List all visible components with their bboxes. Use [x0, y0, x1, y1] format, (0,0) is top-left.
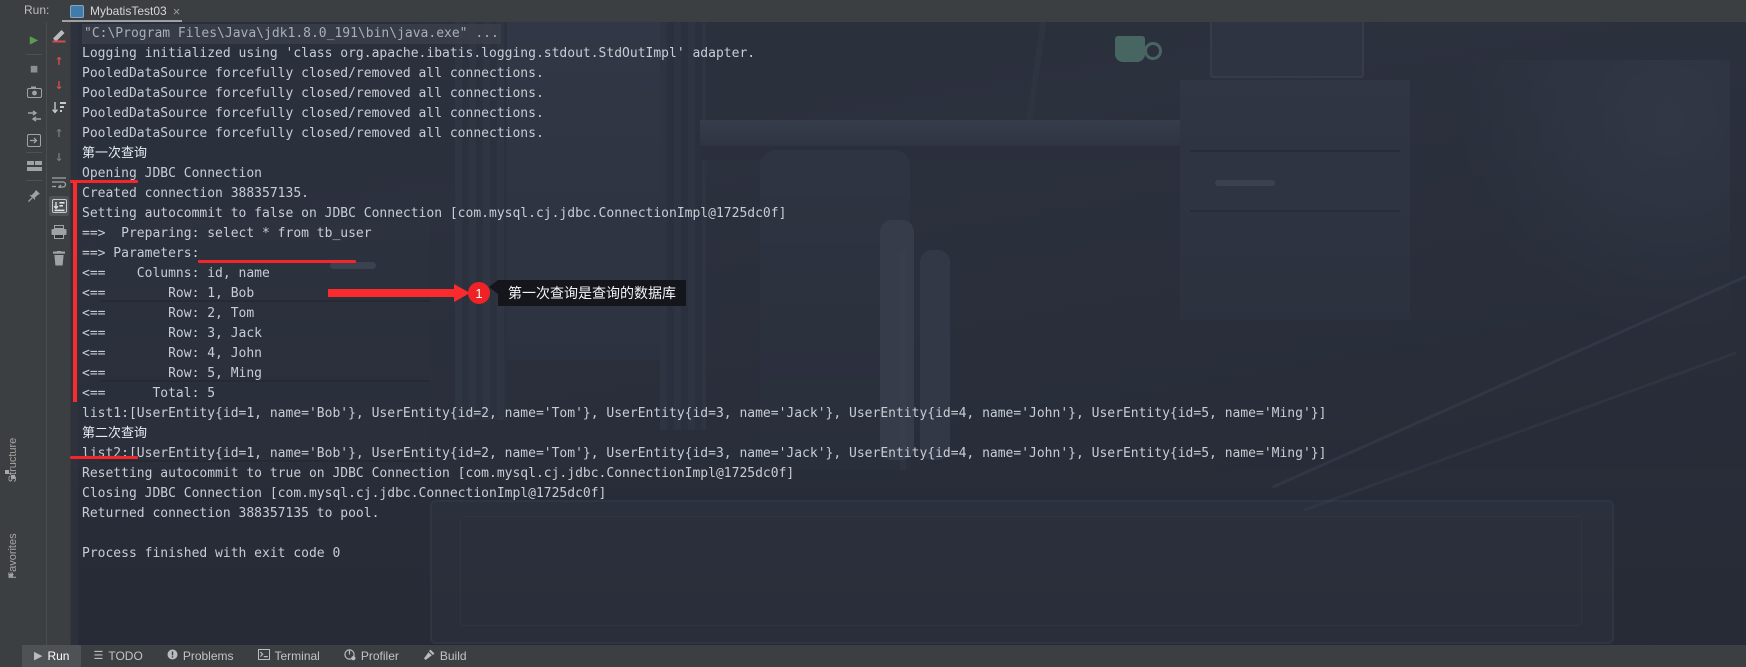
close-icon[interactable]: × — [173, 5, 181, 18]
bottom-tab-profiler[interactable]: Profiler — [332, 645, 411, 667]
console-line: "C:\Program Files\Java\jdk1.8.0_191\bin\… — [82, 24, 501, 44]
attach-debugger-icon[interactable] — [24, 130, 44, 150]
console-line: list1:[UserEntity{id=1, name='Bob'}, Use… — [82, 406, 1327, 421]
console-line: <== Row: 4, John — [82, 346, 263, 361]
annotation-vertical-bar-first-query — [73, 182, 77, 402]
annotation-underline-first-query — [70, 180, 138, 183]
run-label: Run: — [24, 3, 50, 17]
play-icon: ▶ — [34, 649, 43, 662]
run-config-icon — [70, 4, 84, 18]
console-line: PooledDataSource forcefully closed/remov… — [82, 126, 544, 141]
callout-tip-pointer — [489, 280, 498, 294]
console-annotation-line: 第二次查询 — [82, 426, 148, 441]
pin-tab-icon[interactable] — [24, 186, 44, 206]
console-line: Logging initialized using 'class org.apa… — [82, 46, 756, 61]
screenshot-icon[interactable] — [24, 82, 44, 102]
bottom-tab-run[interactable]: ▶ Run — [22, 645, 82, 667]
layout-settings-icon[interactable] — [24, 156, 44, 176]
tab-mybatistest03[interactable]: MybatisTest03 × — [62, 0, 188, 22]
console-line: Process finished with exit code 0 — [82, 546, 341, 561]
run-toolbar-secondary: ↑ ↓ ↑ ↓ — [46, 22, 71, 645]
console-line: <== Row: 2, Tom — [82, 306, 255, 321]
bottom-tab-build-label: Build — [439, 649, 467, 663]
console-line: Setting autocommit to false on JDBC Conn… — [82, 206, 787, 221]
bottom-tab-build[interactable]: Build — [411, 645, 479, 667]
console-line: Opening JDBC Connection — [82, 166, 263, 181]
callout-tooltip-1: 第一次查询是查询的数据库 — [498, 280, 686, 306]
console-line: list2:[UserEntity{id=1, name='Bob'}, Use… — [82, 446, 1327, 461]
console-line: PooledDataSource forcefully closed/remov… — [82, 86, 544, 101]
bottom-tool-bar: ▶ Run ☰ TODO Problems Terminal Profiler — [0, 645, 1746, 667]
bottom-tab-terminal[interactable]: Terminal — [246, 645, 332, 667]
sidebar-item-structure[interactable]: Structure — [7, 425, 19, 495]
console-line: PooledDataSource forcefully closed/remov… — [82, 66, 544, 81]
console-line: Created connection 388357135. — [82, 186, 309, 201]
rerun-button[interactable]: ▶ — [24, 30, 44, 50]
console-line: ==> Preparing: select * from tb_user — [82, 226, 372, 241]
console-line: <== Total: 5 — [82, 386, 216, 401]
next-occurrence-icon[interactable]: ↓ — [49, 74, 69, 94]
console-output-panel[interactable]: "C:\Program Files\Java\jdk1.8.0_191\bin\… — [70, 22, 1746, 645]
console-line: <== Row: 3, Jack — [82, 326, 263, 341]
console-line: Resetting autocommit to true on JDBC Con… — [82, 466, 795, 481]
clear-all-trash-icon[interactable] — [49, 248, 69, 268]
soft-wrap-icon[interactable] — [49, 172, 69, 192]
profiler-icon — [344, 648, 356, 664]
todo-list-icon: ☰ — [93, 649, 104, 662]
sidebar-item-favorites[interactable]: Favorites — [7, 521, 19, 591]
annotation-arrow-line — [328, 289, 456, 297]
console-annotation-line: 第一次查询 — [82, 146, 148, 161]
tab-label: MybatisTest03 — [90, 4, 167, 18]
console-line: <== Row: 5, Ming — [82, 366, 263, 381]
ide-run-window: Run: MybatisTest03 × Structure ★ Favorit… — [0, 0, 1746, 667]
export-threads-icon[interactable] — [24, 106, 44, 126]
bottom-tab-run-label: Run — [47, 649, 70, 663]
terminal-icon — [257, 649, 270, 663]
console-line: Returned connection 388357135 to pool. — [82, 506, 380, 521]
bottom-tab-profiler-label: Profiler — [360, 649, 399, 663]
annotation-underline-second-query — [70, 456, 138, 459]
scroll-up-icon[interactable]: ↑ — [49, 122, 69, 142]
previous-occurrence-icon[interactable]: ↑ — [49, 50, 69, 70]
console-line: PooledDataSource forcefully closed/remov… — [82, 106, 544, 121]
callout-badge-1: 1 — [468, 282, 490, 304]
scroll-to-end-icon[interactable] — [49, 196, 69, 216]
scroll-down-icon[interactable]: ↓ — [49, 146, 69, 166]
bottom-tab-problems[interactable]: Problems — [155, 645, 246, 667]
left-tool-rail: Structure ★ Favorites — [0, 22, 22, 645]
bottom-tab-todo-label: TODO — [108, 649, 143, 663]
bottom-tab-todo[interactable]: ☰ TODO — [81, 645, 154, 667]
annotation-underline-sql — [198, 260, 356, 263]
console-line: <== Columns: id, name — [82, 266, 270, 281]
print-icon[interactable] — [49, 222, 69, 242]
problems-icon — [167, 649, 178, 663]
bottom-tab-terminal-label: Terminal — [274, 649, 320, 663]
build-hammer-icon — [423, 649, 435, 664]
run-tool-window-header — [0, 0, 1746, 22]
console-line: Closing JDBC Connection [com.mysql.cj.jd… — [82, 486, 607, 501]
bottom-tab-problems-label: Problems — [182, 649, 234, 663]
stop-button[interactable]: ■ — [24, 58, 44, 78]
edit-configuration-icon[interactable] — [49, 26, 69, 46]
run-toolbar-primary: ▶ ■ — [22, 22, 46, 645]
sort-descending-icon[interactable] — [49, 98, 69, 118]
